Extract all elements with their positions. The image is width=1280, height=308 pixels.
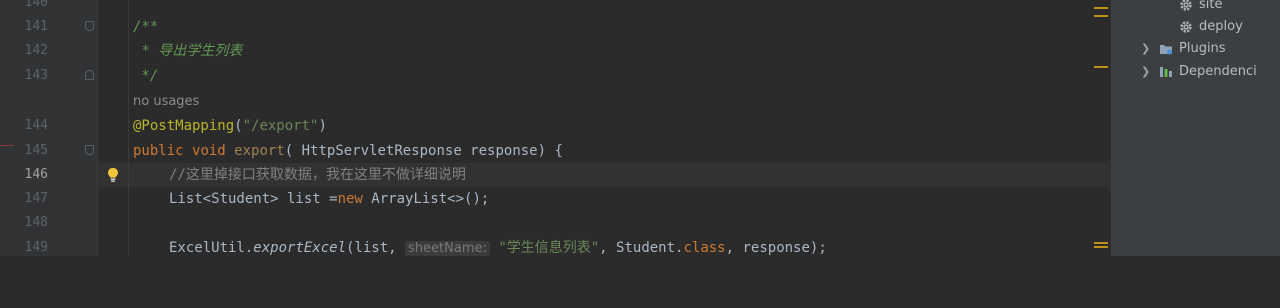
call-args: , response); (725, 240, 827, 256)
lightbulb-icon[interactable] (106, 167, 120, 183)
gutter-line: 149 (0, 236, 98, 260)
doc-comment: */ (133, 68, 159, 84)
code-line[interactable]: @PostMapping("/export") (98, 114, 1110, 138)
gutter-line: 142 (0, 39, 98, 63)
fold-icon[interactable] (85, 21, 94, 31)
code-line[interactable]: */ (98, 64, 1110, 88)
method-signature: ( HttpServletResponse response) { (284, 143, 563, 159)
string-literal: "/export" (242, 118, 319, 134)
change-marker (0, 145, 14, 146)
call-args: (list, (346, 240, 397, 256)
fold-icon[interactable] (85, 145, 94, 155)
tree-item-label: Plugins (1179, 41, 1226, 56)
line-number-active[interactable]: 146 (0, 163, 48, 187)
gutter-line: 146 (0, 163, 98, 187)
fold-end-icon[interactable] (85, 70, 94, 80)
gear-icon (1180, 21, 1192, 33)
warning-marker[interactable] (1094, 15, 1108, 17)
doc-comment: /** (133, 19, 159, 35)
line-number[interactable]: 142 (0, 39, 48, 63)
gutter-line: 148 (0, 211, 98, 235)
line-number[interactable]: 141 (0, 15, 48, 39)
line-number[interactable]: 140 (0, 0, 48, 15)
code-line[interactable]: public void export( HttpServletResponse … (98, 139, 1110, 163)
chevron-right-icon[interactable]: ❯ (1141, 38, 1153, 60)
line-number[interactable]: 149 (0, 236, 48, 260)
line-number[interactable]: 144 (0, 114, 48, 138)
usages-codelens[interactable]: no usages (133, 90, 199, 114)
code-line[interactable]: //这里掉接口获取数据，我在这里不做详细说明 (98, 163, 1110, 187)
keyword: new (337, 191, 363, 207)
declaration: List<Student> list = (169, 191, 338, 207)
annotation: @PostMapping (133, 118, 235, 134)
gutter-line: 141 (0, 15, 98, 39)
keyword: void (192, 143, 226, 159)
editor-gutter: 140 141 142 143 144 145 146 147 148 149 (0, 0, 98, 256)
gear-icon (1180, 0, 1192, 11)
line-number[interactable]: 143 (0, 64, 48, 88)
paren: ) (318, 118, 327, 134)
line-number[interactable]: 147 (0, 187, 48, 211)
warning-marker[interactable] (1094, 246, 1108, 248)
parameter-hint: sheetName: (405, 241, 490, 256)
paren: ( (234, 118, 243, 134)
tree-item-label: Dependenci (1179, 64, 1257, 79)
call-args: , Student. (599, 240, 684, 256)
maven-tool-window: site deploy ❯ Plugins ❯ Dependenci (1110, 0, 1280, 256)
keyword: public (133, 143, 184, 159)
chevron-right-icon[interactable]: ❯ (1141, 61, 1153, 83)
gutter-line: 145 (0, 139, 98, 163)
plugins-folder-icon (1160, 45, 1172, 55)
line-number[interactable]: 145 (0, 139, 48, 163)
code-line[interactable]: * 导出学生列表 (98, 39, 1110, 63)
warning-marker[interactable] (1094, 66, 1108, 68)
tree-item-plugins[interactable]: ❯ Plugins (1141, 38, 1280, 60)
gutter-line: 140 (0, 0, 98, 15)
string-literal: "学生信息列表" (498, 240, 600, 256)
gutter-line: 143 (0, 64, 98, 88)
class-ref: ExcelUtil. (169, 240, 254, 256)
warning-marker[interactable] (1094, 242, 1108, 244)
tree-item-label: deploy (1199, 19, 1243, 34)
warning-marker[interactable] (1094, 7, 1108, 9)
tree-item-dependencies[interactable]: ❯ Dependenci (1141, 61, 1280, 83)
static-method-call: exportExcel (253, 240, 347, 256)
error-stripe[interactable] (1094, 0, 1110, 256)
gutter-line: 144 (0, 114, 98, 138)
line-comment: //这里掉接口获取数据，我在这里不做详细说明 (169, 167, 466, 183)
code-line[interactable]: /** (98, 15, 1110, 39)
dependencies-icon (1160, 67, 1172, 77)
constructor-call: ArrayList<>(); (362, 191, 490, 207)
code-line[interactable]: List<Student> list =new ArrayList<>(); (98, 187, 1110, 211)
method-name: export (234, 143, 285, 159)
gutter-line: 147 (0, 187, 98, 211)
tree-item-label: site (1199, 0, 1223, 12)
line-number[interactable]: 148 (0, 211, 48, 235)
code-line[interactable]: ExcelUtil.exportExcel(list, sheetName: "… (98, 236, 1110, 260)
keyword: class (683, 240, 726, 256)
code-editor[interactable]: /** * 导出学生列表 */ no usages @PostMapping("… (98, 0, 1110, 256)
doc-comment: * 导出学生列表 (133, 43, 243, 59)
